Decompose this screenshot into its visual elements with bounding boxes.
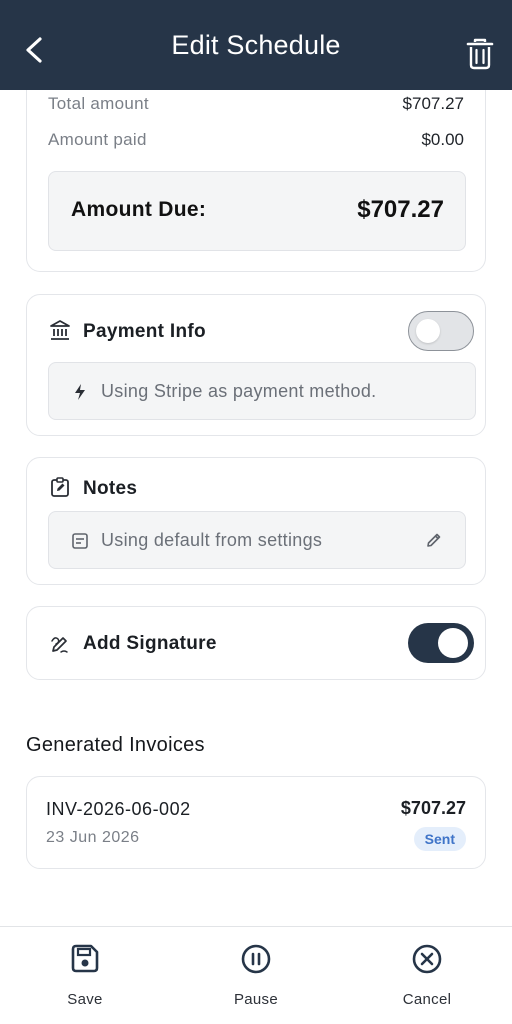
payment-method-text: Using Stripe as payment method. xyxy=(101,381,377,401)
toggle-knob xyxy=(416,319,440,343)
save-label: Save xyxy=(67,991,103,1008)
app-header: Edit Schedule xyxy=(0,0,512,90)
amount-summary-card: Total amount $707.27 Amount paid $0.00 A… xyxy=(26,90,486,272)
amount-due-box: Amount Due: $707.27 xyxy=(48,171,466,251)
invoice-card[interactable]: INV-2026-06-002 23 Jun 2026 $707.27 Sent xyxy=(26,776,486,869)
save-button[interactable]: Save xyxy=(25,927,145,1024)
lightning-icon xyxy=(75,384,85,400)
cancel-icon xyxy=(412,944,442,974)
amount-due-label: Amount Due: xyxy=(71,198,207,221)
clipboard-edit-icon xyxy=(51,477,69,497)
payment-info-toggle[interactable] xyxy=(408,311,474,351)
back-icon[interactable] xyxy=(20,35,50,65)
payment-info-card: Payment Info Using Stripe as payment met… xyxy=(26,294,486,436)
bank-icon xyxy=(50,320,70,340)
scroll-content[interactable]: Total amount $707.27 Amount paid $0.00 A… xyxy=(0,90,512,926)
total-amount-value: $707.27 xyxy=(402,94,464,113)
payment-method-box: Using Stripe as payment method. xyxy=(48,362,476,420)
signature-card: Add Signature xyxy=(26,606,486,680)
page-title: Edit Schedule xyxy=(171,29,341,60)
generated-invoices-title: Generated Invoices xyxy=(26,734,205,756)
pencil-icon[interactable] xyxy=(425,531,443,549)
amount-paid-value: $0.00 xyxy=(421,130,464,149)
pause-icon xyxy=(241,944,271,974)
payment-info-title: Payment Info xyxy=(83,321,206,342)
signature-icon xyxy=(51,637,68,653)
notes-default-text: Using default from settings xyxy=(101,530,323,550)
signature-toggle[interactable] xyxy=(408,623,474,663)
notes-title: Notes xyxy=(83,478,138,499)
amount-due-value: $707.27 xyxy=(357,196,444,223)
cancel-button[interactable]: Cancel xyxy=(367,927,487,1024)
toggle-knob xyxy=(438,628,468,658)
invoice-status-badge: Sent xyxy=(413,827,466,851)
invoice-amount: $707.27 xyxy=(400,798,466,818)
bottom-action-bar: Save Pause Cancel xyxy=(0,926,512,1024)
amount-paid-label: Amount paid xyxy=(48,130,147,149)
notes-card: Notes Using default from settings xyxy=(26,457,486,585)
pause-button[interactable]: Pause xyxy=(196,927,316,1024)
invoice-number: INV-2026-06-002 xyxy=(46,799,191,819)
save-icon xyxy=(71,944,99,973)
invoice-date: 23 Jun 2026 xyxy=(46,829,140,846)
total-amount-label: Total amount xyxy=(48,94,149,113)
pause-label: Pause xyxy=(233,991,279,1008)
note-icon xyxy=(72,533,88,549)
trash-icon[interactable] xyxy=(466,38,494,70)
signature-title: Add Signature xyxy=(83,633,217,654)
cancel-label: Cancel xyxy=(402,991,452,1008)
notes-default-box[interactable]: Using default from settings xyxy=(48,511,466,569)
